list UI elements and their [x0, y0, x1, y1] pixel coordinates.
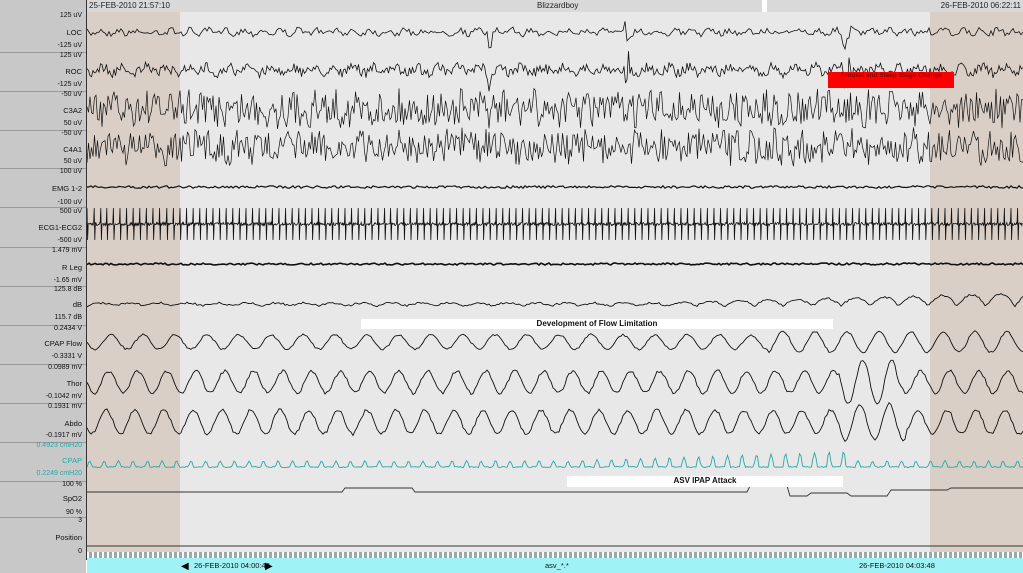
channel-scale-bottom: 50 uV	[63, 158, 82, 165]
trace-loc	[87, 21, 1023, 51]
channel-name: C3A2	[63, 106, 82, 115]
channel-spo2[interactable]: 100 % SpO2 90 %	[0, 481, 86, 517]
channel-scale-top: 0.1931 mV	[48, 403, 82, 410]
channel-name: EMG 1-2	[51, 184, 82, 193]
channel-scale-bottom: -125 uV	[57, 42, 82, 49]
channel-scale-top: 125.8 dB	[53, 286, 82, 293]
channel-name: CPAP	[62, 456, 82, 465]
trace-cpap	[87, 451, 1023, 469]
channel-scale-top: 0.4923 cmH20	[36, 442, 82, 449]
channel-name: Thor	[66, 379, 82, 388]
page-navigation-bar: ◀ 26-FEB-2010 04:00:48 ▶ asv_*.* 26-FEB-…	[87, 558, 1023, 573]
timeline-header: 25-FEB-2010 21:57:10 Blizzardboy 26-FEB-…	[87, 0, 1023, 12]
channel-name: LOC	[66, 28, 82, 37]
annotation-arousal[interactable]: Arousal and Sleep Stage Change	[828, 72, 954, 88]
timeline-position-marker[interactable]	[762, 0, 767, 12]
channel-ecg[interactable]: 500 uV ECG1-ECG2 -500 uV	[0, 207, 86, 246]
annotation-ipap-attack[interactable]: ASV IPAP Attack	[567, 476, 843, 487]
channel-scale-top: 125 uV	[59, 52, 82, 59]
trace-db	[87, 293, 1023, 308]
channel-scale-bottom: 50 uV	[63, 120, 82, 127]
channel-name: ROC	[65, 67, 82, 76]
channel-roc[interactable]: 125 uV ROC -125 uV	[0, 52, 86, 91]
trace-cpap-flow	[87, 330, 1023, 354]
channel-scale-bottom: -0.1917 mV	[45, 432, 82, 439]
channel-scale-top: 125 uV	[59, 12, 82, 19]
channel-scale-top: 100 %	[62, 481, 82, 488]
channel-scale-bottom: -0.3331 V	[51, 353, 82, 360]
channel-name: C4A1	[63, 145, 82, 154]
channel-scale-top: -50 uV	[61, 130, 82, 137]
next-page-arrow-icon[interactable]: ▶	[265, 561, 273, 572]
channel-db[interactable]: 125.8 dB dB 115.7 dB	[0, 286, 86, 325]
trace-thor	[87, 359, 1023, 405]
trace-spo2	[87, 485, 1023, 497]
channel-scale-top: 1.479 mV	[52, 247, 82, 254]
channel-name: Position	[55, 533, 82, 542]
channel-scale-bottom: -125 uV	[57, 81, 82, 88]
patient-name: Blizzardboy	[537, 1, 579, 10]
channel-abdo[interactable]: 0.1931 mV Abdo -0.1917 mV	[0, 403, 86, 442]
page-start-time: 26-FEB-2010 04:00:48	[194, 561, 270, 570]
channel-name: ECG1-ECG2	[38, 223, 82, 232]
channel-name: dB	[72, 300, 82, 309]
channel-thor[interactable]: 0.0989 mV Thor -0.1042 mV	[0, 364, 86, 403]
channel-scale-bottom: -1.65 mV	[53, 277, 82, 284]
channel-scale-top: 3	[78, 517, 82, 524]
corner-panel	[0, 560, 86, 573]
channel-c4a1[interactable]: -50 uV C4A1 50 uV	[0, 130, 86, 169]
signal-plot-area[interactable]: Arousal and Sleep Stage Change Developme…	[87, 12, 1023, 560]
page-end-time: 26-FEB-2010 04:03:48	[859, 561, 935, 570]
channel-label-panel: 125 uV LOC -125 uV 125 uV ROC -125 uV -5…	[0, 0, 87, 560]
channel-name: Abdo	[64, 419, 82, 428]
channel-position[interactable]: 3 Position 0	[0, 517, 86, 557]
previous-page-arrow-icon[interactable]: ◀	[181, 561, 189, 572]
channel-scale-top: 0.2434 V	[53, 325, 82, 332]
channel-name: R Leg	[61, 263, 82, 272]
channel-rleg[interactable]: 1.479 mV R Leg -1.65 mV	[0, 247, 86, 286]
trace-abdo	[87, 401, 1023, 443]
channel-scale-bottom: -500 uV	[57, 237, 82, 244]
channel-scale-bottom: 0.2249 cmH20	[36, 470, 82, 477]
channel-c3a2[interactable]: -50 uV C3A2 50 uV	[0, 91, 86, 130]
trace-rleg	[87, 261, 1023, 267]
channel-scale-bottom: -100 uV	[57, 199, 82, 206]
channel-name: CPAP Flow	[44, 339, 82, 348]
montage-name: asv_*.*	[545, 561, 569, 570]
trace-c4a1	[87, 127, 1023, 167]
trace-ecg	[87, 207, 1023, 241]
channel-scale-top: 500 uV	[59, 208, 82, 215]
trace-c3a2	[87, 87, 1023, 130]
channel-scale-bottom: 90 %	[66, 509, 82, 516]
channel-scale-bottom: -0.1042 mV	[45, 393, 82, 400]
trace-emg	[87, 184, 1023, 190]
channel-scale-top: 100 uV	[59, 168, 82, 175]
signal-traces	[87, 21, 1023, 547]
channel-name: SpO2	[62, 494, 82, 503]
channel-scale-bottom: 115.7 dB	[54, 314, 82, 321]
channel-emg[interactable]: 100 uV EMG 1-2 -100 uV	[0, 168, 86, 207]
channel-scale-bottom: 0	[78, 548, 82, 555]
recording-start-time: 25-FEB-2010 21:57:10	[89, 1, 170, 10]
channel-loc[interactable]: 125 uV LOC -125 uV	[0, 12, 86, 51]
channel-scale-top: -50 uV	[61, 91, 82, 98]
channel-scale-top: 0.0989 mV	[48, 364, 82, 371]
recording-end-time: 26-FEB-2010 06:22:11	[940, 1, 1021, 10]
channel-cpap[interactable]: 0.4923 cmH20 CPAP 0.2249 cmH20	[0, 442, 86, 481]
annotation-flow-limitation[interactable]: Development of Flow Limitation	[361, 319, 833, 329]
channel-cpap-flow[interactable]: 0.2434 V CPAP Flow -0.3331 V	[0, 325, 86, 364]
